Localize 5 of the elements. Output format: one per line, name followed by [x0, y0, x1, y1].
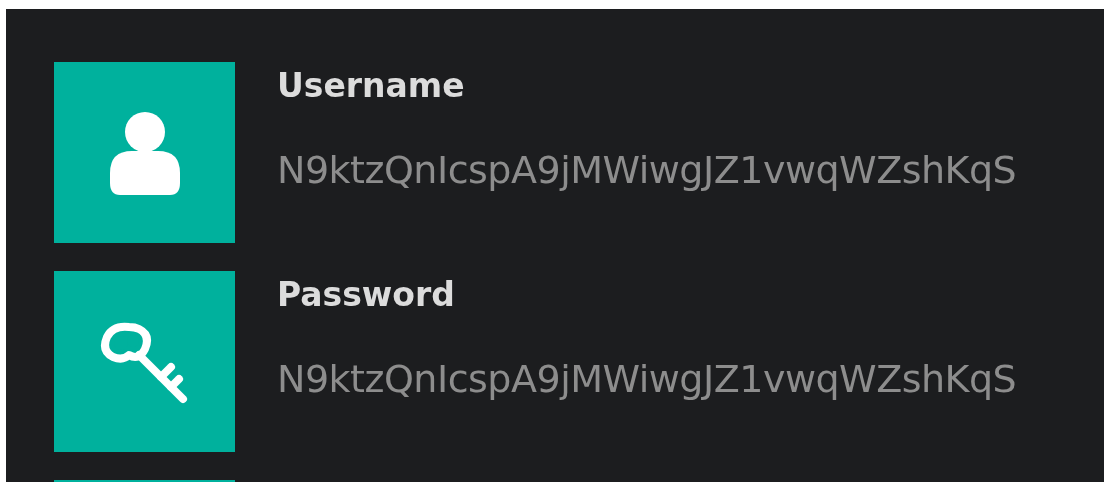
field-value: N9ktzQnIcspA9jMWiwgJZ1vwqWZshKqS: [277, 357, 1017, 401]
field-label: Username: [277, 66, 466, 106]
user-icon: [109, 110, 180, 195]
field-label: Password: [277, 275, 456, 315]
field-value: N9ktzQnIcspA9jMWiwgJZ1vwqWZshKqS: [277, 148, 1017, 192]
